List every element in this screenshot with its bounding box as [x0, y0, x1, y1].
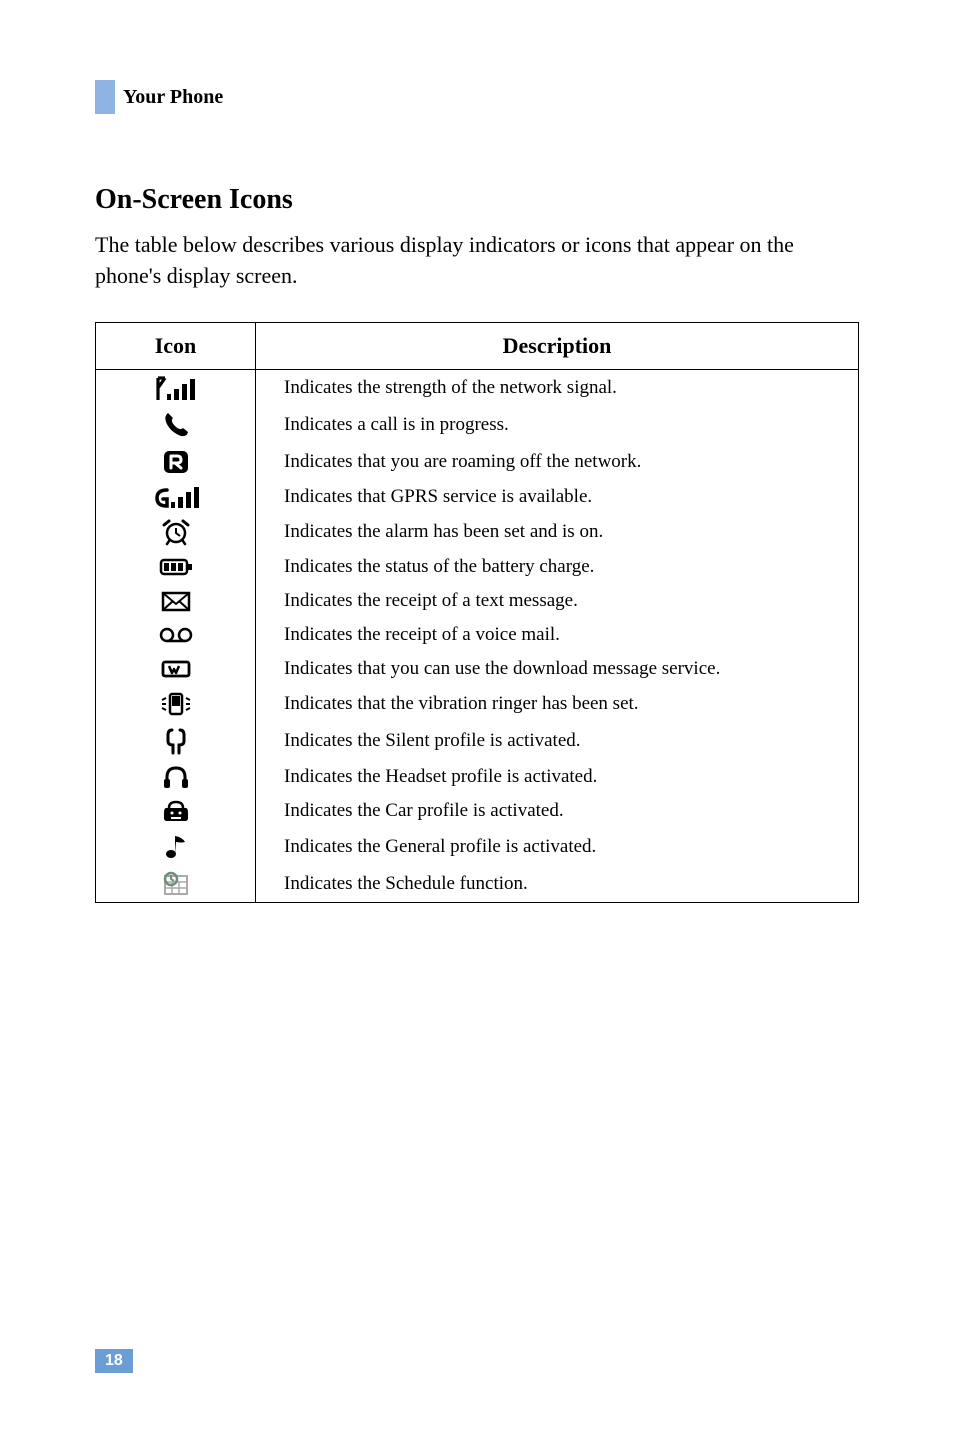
header-accent	[95, 80, 115, 114]
desc-cell: Indicates the Schedule function.	[256, 866, 859, 903]
desc-cell: Indicates the receipt of a text message.	[256, 584, 859, 618]
desc-cell: Indicates the General profile is activat…	[256, 828, 859, 866]
vibration-ringer-icon	[96, 686, 256, 722]
call-in-progress-icon	[96, 406, 256, 444]
signal-strength-icon	[96, 369, 256, 406]
desc-cell: Indicates the strength of the network si…	[256, 369, 859, 406]
desc-cell: Indicates the Headset profile is activat…	[256, 760, 859, 794]
voice-mail-icon	[96, 618, 256, 652]
text-message-icon	[96, 584, 256, 618]
headset-profile-icon	[96, 760, 256, 794]
desc-cell: Indicates the alarm has been set and is …	[256, 514, 859, 550]
download-message-icon	[96, 652, 256, 686]
desc-cell: Indicates a call is in progress.	[256, 406, 859, 444]
desc-cell: Indicates that you can use the download …	[256, 652, 859, 686]
section-intro: The table below describes various displa…	[95, 230, 859, 292]
col-header-description: Description	[256, 322, 859, 369]
car-profile-icon	[96, 794, 256, 828]
general-profile-icon	[96, 828, 256, 866]
icons-table: Icon Description Indicates the strength …	[95, 322, 859, 903]
col-header-icon: Icon	[96, 322, 256, 369]
page-number: 18	[95, 1349, 133, 1373]
desc-cell: Indicates that you are roaming off the n…	[256, 444, 859, 480]
schedule-icon	[96, 866, 256, 903]
gprs-icon	[96, 480, 256, 514]
roaming-icon	[96, 444, 256, 480]
desc-cell: Indicates the status of the battery char…	[256, 550, 859, 584]
desc-cell: Indicates that GPRS service is available…	[256, 480, 859, 514]
page-header: Your Phone	[95, 80, 859, 114]
alarm-icon	[96, 514, 256, 550]
desc-cell: Indicates that the vibration ringer has …	[256, 686, 859, 722]
battery-icon	[96, 550, 256, 584]
silent-profile-icon	[96, 722, 256, 760]
desc-cell: Indicates the Silent profile is activate…	[256, 722, 859, 760]
header-title: Your Phone	[123, 86, 223, 109]
section-title: On-Screen Icons	[95, 184, 859, 216]
desc-cell: Indicates the receipt of a voice mail.	[256, 618, 859, 652]
desc-cell: Indicates the Car profile is activated.	[256, 794, 859, 828]
